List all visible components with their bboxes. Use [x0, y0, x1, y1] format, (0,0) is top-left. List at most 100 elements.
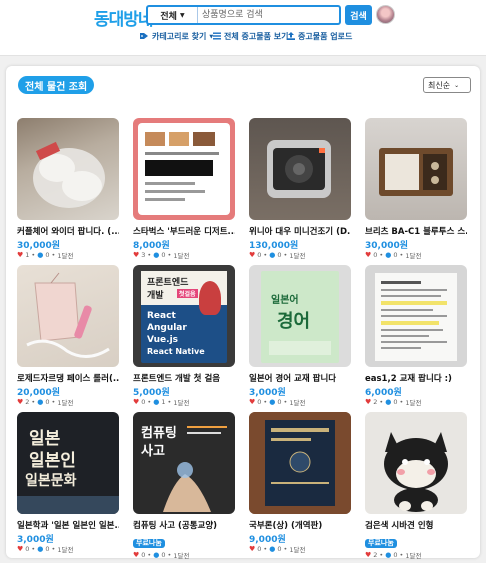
product-thumbnail	[133, 118, 235, 220]
comment-count: 0	[45, 251, 50, 259]
product-card[interactable]: 위니아 대우 미니건조기 (D... 130,000원 ♥ 0 • ● 0 • 1달…	[249, 118, 351, 260]
heart-icon: ♥	[133, 551, 140, 559]
product-stats: ♥ 0 • ● 0 • 1달전	[249, 545, 306, 554]
post-time: 1달전	[289, 252, 306, 260]
comment-icon: ●	[385, 398, 392, 406]
like-count: 0	[25, 545, 30, 553]
book-title-text: 일본문화	[25, 473, 77, 489]
heart-icon: ♥	[133, 251, 140, 259]
product-thumbnail: 일본어 경어	[249, 265, 351, 367]
book-title-text: 일본어	[271, 295, 299, 306]
product-stats: ♥ 2 • ● 0 • 1달전	[365, 398, 422, 407]
comment-icon: ●	[37, 398, 44, 406]
caret-down-icon: ▼	[179, 11, 185, 19]
like-count: 0	[257, 251, 262, 259]
product-title: 검은색 시바견 인형	[365, 521, 434, 530]
product-price: 9,000원	[249, 535, 286, 545]
heart-icon: ♥	[365, 398, 372, 406]
list-icon	[213, 32, 221, 42]
product-thumbnail	[17, 118, 119, 220]
product-price: 3,000원	[249, 388, 286, 398]
site-logo[interactable]: 동대방네	[94, 5, 154, 30]
product-stats: ♥ 2 • ● 0 • 1달전	[17, 398, 74, 407]
product-stats: ♥ 0 • ● 0 • 1달전	[365, 251, 422, 260]
post-time: 1달전	[173, 252, 190, 260]
comment-count: 0	[277, 398, 282, 406]
product-card[interactable]: 일본어 경어 일본어 경어 교재 팝니다 3,000원 ♥ 0 • ● 0 • 1달…	[249, 265, 351, 407]
product-stats: ♥ 3 • ● 0 • 1달전	[133, 251, 190, 260]
heart-icon: ♥	[133, 398, 140, 406]
comment-icon: ●	[269, 251, 276, 259]
like-count: 3	[141, 251, 146, 259]
product-list-panel: 전체 물건 조회 최신순 ⌄ 커플체어 와이더 팝니다. (... 30,000…	[6, 66, 480, 560]
post-time: 1달전	[289, 546, 306, 554]
product-title: 커플체어 와이더 팝니다. (...	[17, 227, 119, 236]
product-title: 프론트엔드 개발 첫 걸음	[133, 374, 221, 383]
comment-count: 0	[161, 551, 166, 559]
product-title: 스타벅스 '부드러운 디저트...	[133, 227, 235, 236]
chevron-down-icon: ⌄	[454, 81, 460, 89]
search-button[interactable]: 검색	[345, 5, 372, 25]
user-avatar[interactable]	[376, 5, 395, 24]
book-title-text: Angular	[147, 323, 187, 333]
free-share-badge: 무료나눔	[365, 539, 397, 548]
heart-icon: ♥	[17, 398, 24, 406]
post-time: 1달전	[405, 552, 422, 560]
product-title: 로제드자르댕 페이스 롤러(...	[17, 374, 119, 383]
product-title: 위니아 대우 미니건조기 (D...	[249, 227, 351, 236]
upload-link[interactable]: 중고물품 업로드	[287, 31, 352, 42]
product-price: 6,000원	[365, 388, 402, 398]
like-count: 0	[257, 545, 262, 553]
comment-count: 1	[161, 398, 166, 406]
product-thumbnail	[365, 412, 467, 514]
product-card[interactable]: eas1,2 교재 팝니다 :) 6,000원 ♥ 2 • ● 0 • 1달전	[365, 265, 467, 407]
product-price: 130,000원	[249, 241, 299, 251]
product-stats: ♥ 0 • ● 0 • 1달전	[17, 545, 74, 554]
product-card[interactable]: 커플체어 와이더 팝니다. (... 30,000원 ♥ 1 • ● 0 • 1달전	[17, 118, 119, 260]
product-card[interactable]: 컴퓨팅 사고 컴퓨팅 사고 (공통교양) 무료나눔 ♥ 0 • ● 0 • 1달전	[133, 412, 235, 560]
heart-icon: ♥	[249, 545, 256, 553]
product-card[interactable]: 국부론(상) (개역판) 9,000원 ♥ 0 • ● 0 • 1달전	[249, 412, 351, 554]
all-items-link[interactable]: 전체 중고물품 보기	[213, 31, 288, 42]
product-thumbnail: 컴퓨팅 사고	[133, 412, 235, 514]
product-title: 국부론(상) (개역판)	[249, 521, 323, 530]
product-title: 일본학과 '일본 일본인 일본...	[17, 521, 119, 530]
product-card[interactable]: 일본 일본인 일본문화 일본학과 '일본 일본인 일본... 3,000원 ♥ 0…	[17, 412, 119, 554]
product-stats: ♥ 1 • ● 0 • 1달전	[17, 251, 74, 260]
product-thumbnail: 프론트엔드 개발 첫걸음 React Angular Vue.js React …	[133, 265, 235, 367]
post-time: 1달전	[173, 552, 190, 560]
top-header: 동대방네 전체 ▼ 검색 카테고리로 찾기 ▼ 전체 중고물품 보기 중고물품	[0, 0, 486, 56]
product-price: 30,000원	[17, 241, 61, 251]
product-card[interactable]: 브리츠 BA-C1 블루투스 스... 30,000원 ♥ 0 • ● 0 • 1달…	[365, 118, 467, 260]
like-count: 2	[373, 398, 378, 406]
product-card[interactable]: 검은색 시바견 인형 무료나눔 ♥ 2 • ● 0 • 1달전	[365, 412, 467, 560]
product-stats: ♥ 0 • ● 1 • 1달전	[133, 398, 190, 407]
comment-icon: ●	[385, 251, 392, 259]
sort-select[interactable]: 최신순 ⌄	[423, 77, 471, 93]
post-time: 1달전	[289, 399, 306, 407]
heart-icon: ♥	[17, 251, 24, 259]
comment-count: 0	[161, 251, 166, 259]
like-count: 0	[141, 398, 146, 406]
upload-icon	[287, 31, 295, 42]
product-card[interactable]: 로제드자르댕 페이스 롤러(... 20,000원 ♥ 2 • ● 0 • 1달전	[17, 265, 119, 407]
product-card[interactable]: 프론트엔드 개발 첫걸음 React Angular Vue.js React …	[133, 265, 235, 407]
like-count: 0	[373, 251, 378, 259]
post-time: 1달전	[405, 399, 422, 407]
book-title-text: React Native	[147, 347, 205, 356]
comment-count: 0	[393, 551, 398, 559]
post-time: 1달전	[173, 399, 190, 407]
book-title-text: 일본인	[29, 451, 76, 471]
comment-count: 0	[45, 545, 50, 553]
book-title-text: React	[147, 311, 176, 321]
search-category-label: 전체	[160, 11, 177, 22]
product-card[interactable]: 스타벅스 '부드러운 디저트... 8,000원 ♥ 3 • ● 0 • 1달전	[133, 118, 235, 260]
search-input[interactable]	[198, 7, 339, 23]
comment-icon: ●	[153, 398, 160, 406]
category-search-link[interactable]: 카테고리로 찾기 ▼	[140, 31, 213, 42]
search-category-select[interactable]: 전체 ▼	[148, 7, 198, 23]
heart-icon: ♥	[365, 551, 372, 559]
comment-count: 0	[45, 398, 50, 406]
post-time: 1달전	[57, 399, 74, 407]
like-count: 0	[257, 398, 262, 406]
